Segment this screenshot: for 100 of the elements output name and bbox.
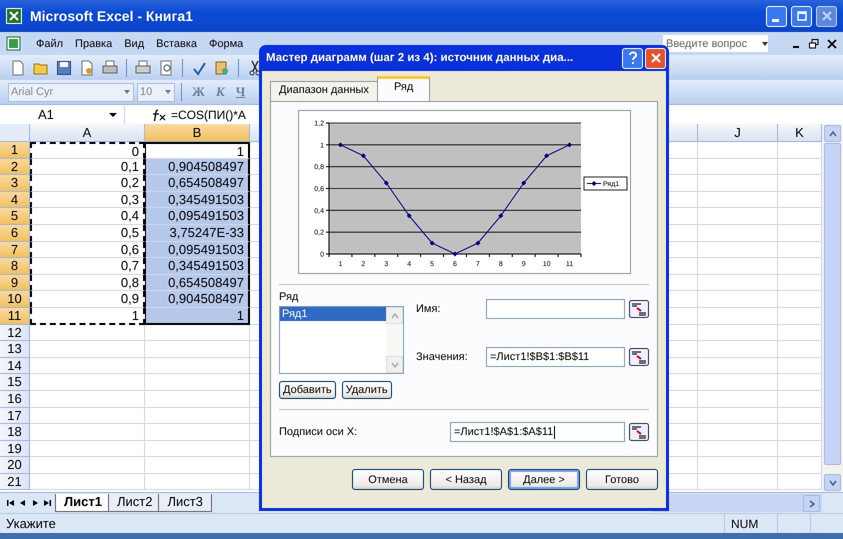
data-point <box>474 240 480 246</box>
scroll-down-icon[interactable] <box>828 480 836 486</box>
dialog-button[interactable]: Готово <box>586 469 658 490</box>
row-header[interactable]: 9 <box>0 274 30 292</box>
maximize-icon <box>796 11 806 21</box>
scroll-right-icon[interactable] <box>808 500 814 508</box>
row-header[interactable]: 11 <box>0 308 30 325</box>
close-icon[interactable] <box>827 38 837 48</box>
preview-icon[interactable] <box>158 60 174 76</box>
minimize-button[interactable] <box>766 6 787 26</box>
field-label: Значения: <box>416 350 469 364</box>
menu-item[interactable]: Форма <box>205 38 248 50</box>
table-cell: 0,904508497 <box>145 158 250 176</box>
close-icon <box>650 53 660 63</box>
first-sheet-icon[interactable] <box>6 498 16 508</box>
column-header[interactable]: B <box>145 124 250 142</box>
row-header[interactable]: 1 <box>0 142 30 159</box>
close-button[interactable] <box>645 48 666 68</box>
document-icon <box>4 36 22 52</box>
formula-field[interactable]: =COS(ПИ()*A <box>171 108 246 122</box>
column-header[interactable]: J <box>698 124 778 142</box>
close-button[interactable] <box>816 6 837 26</box>
row-header[interactable]: 10 <box>0 291 30 308</box>
function-icon[interactable] <box>151 108 167 122</box>
spreadsheet-icon <box>6 8 22 24</box>
vertical-scrollbar[interactable] <box>822 124 843 492</box>
menu-item[interactable]: Правка <box>71 38 116 50</box>
close-icon <box>822 11 832 21</box>
sheet-tab[interactable]: Лист1 <box>55 494 111 512</box>
row-header[interactable]: 4 <box>0 192 30 208</box>
restore-icon[interactable] <box>809 38 819 48</box>
add-button[interactable]: Добавить <box>279 381 336 399</box>
table-cell: 0,654508497 <box>145 175 250 192</box>
dropdown-arrow-icon[interactable] <box>761 40 768 48</box>
data-point <box>520 180 526 186</box>
row-header[interactable]: 21 <box>0 474 30 490</box>
values-field[interactable]: =Лист1!$B$1:$B$11 <box>486 347 625 367</box>
table-cell: 3,75247E-33 <box>145 224 250 242</box>
print-icon[interactable] <box>135 60 151 76</box>
remove-button[interactable]: Удалить <box>342 381 392 399</box>
menu-item[interactable]: Вид <box>120 38 148 50</box>
data-point <box>406 213 412 218</box>
dropdown-arrow-icon[interactable] <box>108 110 118 118</box>
permission-icon[interactable] <box>79 60 95 76</box>
row-header[interactable]: 3 <box>0 175 30 192</box>
name-field[interactable] <box>486 299 625 319</box>
spelling-icon[interactable] <box>191 60 207 76</box>
row-header[interactable]: 19 <box>0 440 30 458</box>
row-header[interactable]: 8 <box>0 258 30 275</box>
menu-item[interactable]: Файл <box>32 38 68 50</box>
table-cell: 0,345491503 <box>145 258 250 275</box>
table-cell: 0,095491503 <box>145 208 250 225</box>
print-icon[interactable] <box>102 60 118 76</box>
column-header[interactable]: K <box>778 124 822 142</box>
row-header[interactable]: 2 <box>0 158 30 176</box>
help-search-field[interactable]: Введите вопрос <box>662 34 769 53</box>
status-text: Укажите <box>6 516 56 531</box>
row-header[interactable]: 13 <box>0 341 30 358</box>
row-header[interactable]: 15 <box>0 374 30 391</box>
row-header[interactable]: 7 <box>0 242 30 258</box>
data-point <box>360 153 366 158</box>
new-document-icon[interactable] <box>10 60 26 76</box>
row-header[interactable]: 17 <box>0 408 30 424</box>
tab[interactable]: Диапазон данных <box>270 81 378 101</box>
row-header[interactable]: 5 <box>0 208 30 225</box>
maximize-button[interactable] <box>791 6 812 26</box>
previous-sheet-icon[interactable] <box>18 498 28 508</box>
tab[interactable]: Ряд <box>376 76 430 101</box>
row-header[interactable]: 16 <box>0 390 30 408</box>
minimize-icon <box>772 18 778 22</box>
save-icon[interactable] <box>56 60 72 76</box>
scroll-up-icon[interactable] <box>828 130 836 136</box>
sheet-tab[interactable]: Лист3 <box>158 494 212 512</box>
collapse-dialog-icon[interactable] <box>629 300 649 318</box>
horizontal-scrollbar[interactable] <box>652 494 822 512</box>
dialog-button[interactable]: < Назад <box>430 469 502 490</box>
data-point <box>383 180 388 186</box>
research-icon[interactable] <box>214 60 230 76</box>
window-title: Microsoft Excel - Книга1 <box>30 8 193 24</box>
collapse-dialog-icon[interactable] <box>629 348 649 366</box>
dialog-button[interactable]: Отмена <box>352 469 424 490</box>
field-label: Подписи оси X: <box>279 425 358 439</box>
table-cell: 1 <box>145 142 250 159</box>
menu-item[interactable]: Вставка <box>152 38 202 50</box>
series-list[interactable]: Ряд1 <box>279 306 404 374</box>
row-header[interactable]: 14 <box>0 358 30 374</box>
data-point <box>452 252 457 256</box>
row-header[interactable]: 12 <box>0 324 30 342</box>
collapse-dialog-icon[interactable] <box>629 423 649 441</box>
help-button[interactable] <box>622 48 643 68</box>
list-item[interactable]: Ряд1 <box>280 307 386 321</box>
x-labels-field[interactable]: =Лист1!$A$1:$A$11 <box>450 422 625 442</box>
column-header[interactable]: A <box>30 124 145 142</box>
dialog-button[interactable]: Далее > <box>508 469 580 490</box>
row-header[interactable]: 20 <box>0 457 30 474</box>
row-header[interactable]: 6 <box>0 224 30 242</box>
last-sheet-icon[interactable] <box>42 498 52 508</box>
table-cell: 0,345491503 <box>145 192 250 208</box>
next-sheet-icon[interactable] <box>30 498 40 508</box>
row-header[interactable]: 18 <box>0 424 30 441</box>
